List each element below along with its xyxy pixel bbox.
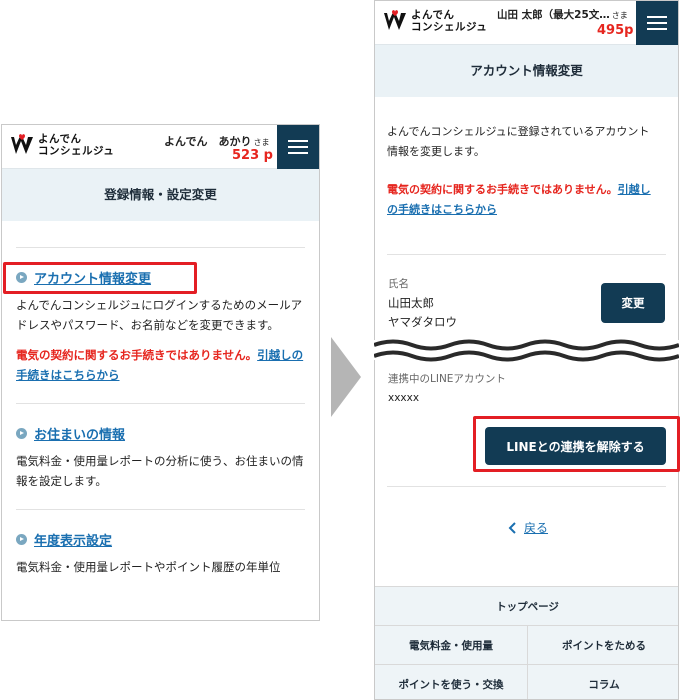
footer-electricity-link[interactable]: 電気料金・使用量 [375,626,527,664]
highlight-frame [3,262,197,294]
user-name: よんでん あかり さま [164,133,269,149]
hamburger-menu-button[interactable] [636,1,678,45]
logo-mark-icon [11,134,33,154]
back-link[interactable]: 戻る [507,519,548,536]
footer-use-points-link[interactable]: ポイントを使う・交換 [375,665,527,699]
footer-row: トップページ [375,586,678,625]
user-name: 山田 太郎（最大25文… さま [497,7,628,22]
year-display-link[interactable]: 年度表示設定 [16,530,305,549]
line-account-label: 連携中のLINEアカウント [388,373,506,385]
year-display-link-label: 年度表示設定 [34,534,113,549]
line-account-value: xxxxx [388,392,420,404]
divider [16,247,305,248]
logo-line1: よんでん [38,133,82,145]
divider [387,486,666,487]
user-name-text: 山田 太郎（最大25文… [497,9,610,21]
residence-info-desc: 電気料金・使用量レポートの分析に使う、お住まいの情報を設定します。 [16,454,304,488]
residence-info-link[interactable]: お住まいの情報 [16,424,305,443]
warning-text: 電気の契約に関するお手続きではありません。引越しの手続きはこちらから [387,180,659,220]
name-kana-value: ヤマダタロウ [388,315,457,329]
point-balance: 523 p [232,148,273,163]
footer-earn-points-link[interactable]: ポイントをためる [527,626,678,664]
logo-mark-icon [384,10,406,30]
logo[interactable]: よんでん コンシェルジュ [10,132,114,158]
footer-top-page-link[interactable]: トップページ [375,587,678,625]
warning-message: 電気の契約に関するお手続きではありません。 [387,183,618,196]
footer-column-link[interactable]: コラム [527,665,678,699]
warning-message: 電気の契約に関するお手続きではありません。 [16,348,258,362]
highlight-frame [473,416,680,472]
honorific: さま [253,138,270,147]
back-link-label: 戻る [524,521,549,535]
arrow-bullet-icon [16,428,27,439]
logo-line2: コンシェルジュ [38,145,115,157]
intro-text: よんでんコンシェルジュに登録されているアカウント情報を変更します。 [387,125,650,158]
omission-wave-icon [374,339,679,362]
warning-text: 電気の契約に関するお手続きではありません。引越しの手続きはこちらから [16,345,305,385]
footer-nav: トップページ 電気料金・使用量 ポイントをためる ポイントを使う・交換 コラム [375,586,678,699]
name-label: 氏名 [388,278,409,290]
logo-line1: よんでん [411,9,455,21]
screen-registration-settings: よんでん コンシェルジュ よんでん あかり さま 523 p 登録情報・設定変更 … [1,124,320,621]
honorific: さま [611,11,628,20]
user-name-text: よんでん あかり [164,135,252,148]
page-title: 登録情報・設定変更 [2,169,319,221]
logo-text: よんでん コンシェルジュ [38,133,114,157]
page-title: アカウント情報変更 [375,45,678,97]
app-header: よんでん コンシェルジュ 山田 太郎（最大25文… さま 495p [375,1,678,45]
divider [387,254,666,255]
divider [16,403,305,404]
arrow-bullet-icon [16,534,27,545]
logo[interactable]: よんでん コンシェルジュ [383,8,487,34]
logo-line2: コンシェルジュ [411,21,488,33]
logo-text: よんでん コンシェルジュ [411,9,487,33]
footer-row: 電気料金・使用量 ポイントをためる [375,625,678,664]
footer-row: ポイントを使う・交換 コラム [375,664,678,699]
account-info-desc: よんでんコンシェルジュにログインするためのメールアドレスやパスワード、お名前など… [16,298,303,332]
chevron-left-icon [508,521,516,534]
year-display-desc: 電気料金・使用量レポートやポイント履歴の年単位 [16,560,281,574]
intro-block: よんでんコンシェルジュに登録されているアカウント情報を変更します。 電気の契約に… [387,122,659,220]
divider [16,509,305,510]
residence-info-link-label: お住まいの情報 [34,428,126,443]
name-value: 山田太郎 [388,296,434,310]
hamburger-menu-button[interactable] [277,125,319,169]
point-balance: 495p [597,23,634,38]
transition-arrow-icon [331,337,361,417]
app-header: よんでん コンシェルジュ よんでん あかり さま 523 p [2,125,319,169]
change-name-button[interactable]: 変更 [601,283,665,323]
